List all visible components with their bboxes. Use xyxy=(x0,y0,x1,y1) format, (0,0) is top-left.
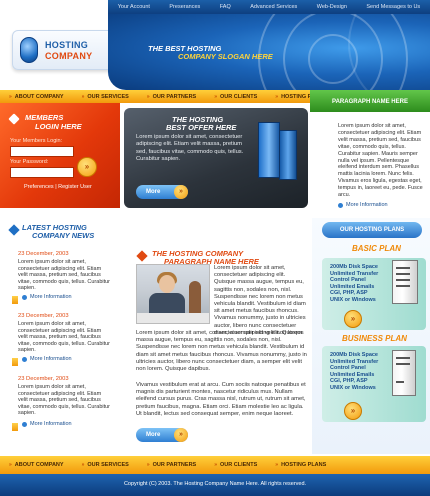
server-icon xyxy=(392,350,416,396)
top-nav-faq[interactable]: FAQ xyxy=(220,4,231,10)
server-icon xyxy=(392,260,418,304)
arrow-right-icon: » xyxy=(174,185,188,199)
more-label: More xyxy=(146,189,161,195)
bottom-menu: » ABOUT COMPANY » OUR SERVICES » OUR PARTNE… xyxy=(0,456,430,474)
news-date: 23 December, 2003 xyxy=(18,376,69,382)
bottom-menu-about-company[interactable]: » ABOUT COMPANY xyxy=(0,462,73,468)
news-title-line2: COMPANY NEWS xyxy=(32,231,95,240)
company-text-beside-photo: Lorem ipsum dolor sit amet, consectetuer… xyxy=(214,265,306,336)
news-date: 23 December, 2003 xyxy=(18,251,69,257)
bottom-menu-our-partners[interactable]: » OUR PARTNERS xyxy=(138,462,205,468)
plan-name-basic: BASIC PLAN xyxy=(352,244,401,253)
login-input[interactable] xyxy=(10,146,74,157)
top-nav-preferences[interactable]: Preserances xyxy=(169,4,200,10)
bullet-icon xyxy=(22,421,27,427)
link-separator: | xyxy=(55,184,57,190)
news-arrow-icon xyxy=(12,296,18,304)
business-plan-features: 200Mb Disk Space Unlimited Transfer Cont… xyxy=(330,352,379,391)
news-text: Lorem ipsum dolor sit amet, consectetuer… xyxy=(18,259,111,292)
preferences-link[interactable]: Preferences xyxy=(24,184,54,190)
offer-title-line2: BEST OFFER HERE xyxy=(166,123,237,132)
banner-slogan-line2: COMPANY SLOGAN HERE xyxy=(178,52,273,61)
login-label: Your Members Login: xyxy=(10,138,63,144)
menu-item-about-company[interactable]: » ABOUT COMPANY xyxy=(0,94,73,100)
top-nav-web-design[interactable]: Web-Design xyxy=(317,4,347,10)
news-more-link[interactable]: More Information xyxy=(22,294,72,300)
news-more-link[interactable]: More Information xyxy=(22,421,72,427)
news-date: 23 December, 2003 xyxy=(18,313,69,319)
bullet-icon xyxy=(22,356,27,362)
top-nav: Your Account Preserances FAQ Advanced Se… xyxy=(108,0,430,14)
menu-arrow-icon: » xyxy=(275,93,279,100)
bottom-menu-our-services[interactable]: » OUR SERVICES xyxy=(73,462,138,468)
diamond-bullet-icon xyxy=(136,250,148,262)
bottom-menu-hosting-plans[interactable]: » HOSTING PLANS xyxy=(266,462,335,468)
menu-arrow-icon: » xyxy=(9,462,12,468)
top-nav-send-messages[interactable]: Send Messages to Us xyxy=(366,4,420,10)
menu-arrow-icon: » xyxy=(81,462,85,468)
password-input[interactable] xyxy=(10,167,74,178)
menu-arrow-icon: » xyxy=(81,93,85,100)
main-menu: » ABOUT COMPANY » OUR SERVICES » OUR PARTNE… xyxy=(0,90,326,103)
top-nav-advanced-services[interactable]: Advanced Services xyxy=(250,4,297,10)
news-arrow-icon xyxy=(12,423,18,431)
bullet-icon xyxy=(22,294,27,300)
menu-arrow-icon: » xyxy=(275,462,279,468)
company-more-button[interactable]: More » xyxy=(136,428,188,442)
menu-arrow-icon: » xyxy=(214,462,217,468)
menu-arrow-icon: » xyxy=(9,93,12,100)
bottom-menu-our-clients[interactable]: » OUR CLIENTS xyxy=(205,462,266,468)
hosting-plans-title: OUR HOSTING PLANS xyxy=(339,227,405,233)
members-links: Preferences | Register User xyxy=(24,184,92,190)
news-arrow-icon xyxy=(12,358,18,366)
arrow-right-icon: » xyxy=(174,428,188,442)
menu-item-our-services[interactable]: » OUR SERVICES xyxy=(73,94,138,100)
more-label: More xyxy=(146,432,161,438)
offer-more-button[interactable]: More » xyxy=(136,185,188,199)
mouse-logo-icon xyxy=(20,37,38,63)
basic-plan-button[interactable]: » xyxy=(344,310,362,328)
news-text: Lorem ipsum dolor sit amet, consectetuer… xyxy=(18,384,111,417)
company-text-second: Vivamus vestibulum erat at arcu. Cum soc… xyxy=(136,382,306,417)
plan-name-business: BUSINESS PLAN xyxy=(342,334,407,343)
menu-arrow-icon: » xyxy=(214,93,217,100)
register-user-link[interactable]: Register User xyxy=(58,184,92,190)
paragraph-panel-text: Lorem ipsum dolor sit amet, consectetuer… xyxy=(338,123,423,199)
copyright-text: Copyright (C) 2003. The Hosting Company … xyxy=(123,481,307,487)
paragraph-panel-title: PARAGRAPH NAME HERE xyxy=(332,99,408,105)
menu-arrow-icon: » xyxy=(146,462,150,468)
members-title-line2: LOGIN HERE xyxy=(35,122,82,131)
top-nav-your-account[interactable]: Your Account xyxy=(118,4,150,10)
login-go-button[interactable]: » xyxy=(77,157,97,177)
members-title-line1: MEMBERS xyxy=(25,113,64,122)
menu-arrow-icon: » xyxy=(146,93,150,100)
news-more-link[interactable]: More Information xyxy=(22,356,72,362)
business-woman-photo xyxy=(136,264,210,324)
logo-line1: HOSTING xyxy=(45,40,89,50)
news-text: Lorem ipsum dolor sit amet, consectetuer… xyxy=(18,321,111,354)
logo-line2: COMPANY xyxy=(45,51,93,61)
basic-plan-features: 200Mb Disk Space Unlimited Transfer Cont… xyxy=(330,264,379,303)
password-label: Your Password: xyxy=(10,159,49,165)
paragraph-more-link[interactable]: More Information xyxy=(338,202,388,208)
offer-text: Lorem ipsum dolor sit amet, consectetuer… xyxy=(136,134,244,162)
server-tower-icon xyxy=(279,130,297,180)
menu-item-our-partners[interactable]: » OUR PARTNERS xyxy=(138,94,205,100)
menu-item-our-clients[interactable]: » OUR CLIENTS xyxy=(205,94,266,100)
server-tower-icon xyxy=(258,122,280,178)
bullet-icon xyxy=(338,202,343,208)
business-plan-button[interactable]: » xyxy=(344,402,362,420)
company-text-full: Lorem ipsum dolor sit amet, consectetuer… xyxy=(136,330,307,373)
